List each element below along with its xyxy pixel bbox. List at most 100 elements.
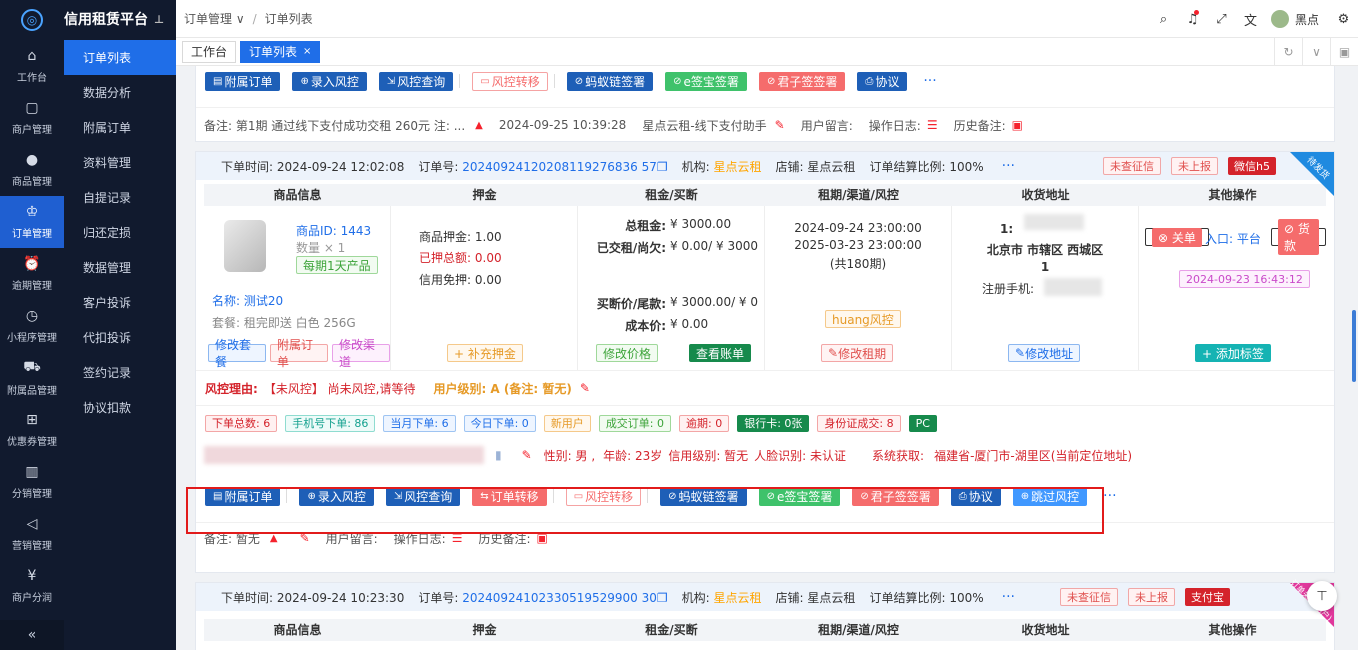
order-number[interactable]: 20240924120208119276836 57 <box>462 160 657 174</box>
credit-status-badge: 未查征信 <box>1103 157 1162 175</box>
report-status-badge: 未上报 <box>1128 588 1175 606</box>
edit-icon[interactable]: ✎ <box>775 118 785 132</box>
esign-button[interactable]: ⊘ e签宝签署 <box>665 71 747 91</box>
product-qty: 数量 × 1 <box>296 241 346 255</box>
edit-price-button[interactable]: 修改价格 <box>596 344 659 362</box>
rail-item-goods[interactable]: ● 商品管理 <box>0 144 64 196</box>
settle-ratio: 100% <box>949 590 984 605</box>
stat-idcard-deals: 身份证成交: 8 <box>817 414 901 432</box>
shop-icon: ▢ <box>25 100 39 116</box>
search-icon[interactable]: ⌕ <box>1149 12 1178 27</box>
rent-cell: 总租金: ¥ 3000.00 已交租/尚欠: ¥ 0.00/ ¥ 3000 买断… <box>578 206 765 370</box>
rail-item-accessory[interactable]: ⛟ 附属品管理 <box>0 352 64 404</box>
query-risk-button[interactable]: ⇲ 风控查询 <box>378 71 454 91</box>
remark-time: 2024-09-25 10:39:28 <box>498 118 627 132</box>
submenu-item[interactable]: 客户投诉 <box>64 285 176 320</box>
menu-icon[interactable]: ▣ <box>1330 38 1358 66</box>
scrollbar[interactable] <box>1352 310 1356 382</box>
cart-icon: ⛟ <box>23 359 41 375</box>
edit-package-button[interactable]: 修改套餐 <box>208 338 266 369</box>
view-bill-button[interactable]: 查看账单 <box>689 344 752 362</box>
edit-icon[interactable]: ✎ <box>580 381 590 395</box>
add-deposit-button[interactable]: + 补充押金 <box>447 344 523 362</box>
submenu-item[interactable]: 附属订单 <box>64 110 176 145</box>
username[interactable]: 黑点 <box>1295 11 1319 28</box>
avatar[interactable] <box>1270 10 1289 28</box>
rail-item-workbench[interactable]: ⌂ 工作台 <box>0 40 64 92</box>
rail-item-distribution[interactable]: ▥ 分销管理 <box>0 456 64 508</box>
entry-label: 入口: 平台 <box>1205 232 1261 246</box>
settle-ratio: 100% <box>949 159 984 174</box>
risk-transfer-button[interactable]: ▭ 风控转移 <box>472 71 548 91</box>
shop-name: 星点云租 <box>807 159 856 174</box>
close-order-button[interactable]: ⊗ 关单 <box>1145 227 1209 247</box>
junzi-sign-button[interactable]: ⊘ 君子签签署 <box>758 71 846 91</box>
product-image[interactable] <box>224 220 266 272</box>
settings-icon[interactable]: ⚙ <box>1329 12 1358 27</box>
translate-icon[interactable]: 文 <box>1236 10 1265 29</box>
submenu-item[interactable]: 协议扣款 <box>64 390 176 425</box>
tab-order-list[interactable]: 订单列表 × <box>240 40 321 63</box>
user-info-line: ▮ ✎ 性别: 男 , 年龄: 23岁 信用级别: 暂无 人脸识别: 未认证 系… <box>196 440 1334 470</box>
copy-icon[interactable]: ❐ <box>657 160 668 174</box>
more-icon[interactable]: ··· <box>1002 589 1015 605</box>
order-header: 下单时间: 2024-09-24 10:23:30 订单号: 202409241… <box>196 578 1334 627</box>
rail-item-coupon[interactable]: ⊞ 优惠券管理 <box>0 404 64 456</box>
order-number[interactable]: 20240924102330519529900 30 <box>462 591 657 605</box>
top-header: 订单管理 ∨ / 订单列表 ⌕ ♫ ⤢ 文 黑点 ⚙ <box>176 0 1358 38</box>
breadcrumb-order-manage[interactable]: 订单管理 <box>184 12 232 26</box>
payment-button[interactable]: ⊘ 货款 <box>1271 219 1326 255</box>
attached-order-button[interactable]: 附属订单 <box>270 338 328 369</box>
rail-item-overdue[interactable]: ⏰ 逾期管理 <box>0 248 64 300</box>
copy-icon[interactable]: ❐ <box>657 591 668 605</box>
user-message-label: 用户留言: <box>800 118 853 133</box>
enter-risk-button[interactable]: ⊕ 录入风控 <box>292 71 367 91</box>
col-address: 收货地址 <box>952 619 1139 641</box>
attached-order-button[interactable]: ▤ 附属订单 <box>205 71 281 91</box>
product-name[interactable]: 测试20 <box>244 294 283 308</box>
submenu-item-order-list[interactable]: 订单列表 <box>64 40 176 75</box>
expand-triangle-icon[interactable]: ▲ <box>270 533 278 544</box>
product-package: 套餐: 租完即送 白色 256G <box>212 316 356 330</box>
goods-deposit: 1.00 <box>474 230 502 244</box>
rail-item-orders[interactable]: ♔ 订单管理 <box>0 196 64 248</box>
ops-cell: ⊗ 关单 入口: 平台 ⊘ 货款 2024-09-23 16:43:12 + 添… <box>1139 206 1326 370</box>
submenu-item[interactable]: 代扣投诉 <box>64 320 176 355</box>
list-icon[interactable]: ☰ <box>927 118 938 132</box>
antchain-sign-button[interactable]: ⊘ 蚂蚁链签署 <box>566 71 654 91</box>
add-tag-button[interactable]: + 添加标签 <box>1195 344 1271 362</box>
submenu-item[interactable]: 数据分析 <box>64 75 176 110</box>
edit-channel-button[interactable]: 修改渠道 <box>332 338 390 369</box>
term-start: 2024-09-24 23:00:00 <box>794 221 922 235</box>
more-icon[interactable]: ··· <box>1103 488 1116 504</box>
col-rent: 租金/买断 <box>578 619 765 641</box>
back-to-top-icon[interactable]: ⊤ <box>1307 581 1337 611</box>
submenu-item[interactable]: 数据管理 <box>64 250 176 285</box>
rail-item-marketing[interactable]: ◁ 营销管理 <box>0 508 64 560</box>
submenu-item[interactable]: 资料管理 <box>64 145 176 180</box>
edit-address-button[interactable]: 修改地址 <box>1025 345 1073 362</box>
chevron-down-icon[interactable]: ∨ <box>1302 38 1330 66</box>
protocol-button[interactable]: ⎙ 协议 <box>857 71 908 91</box>
submenu-item[interactable]: 签约记录 <box>64 355 176 390</box>
remark-text: 备注: 第1期 通过线下支付成功交租 260元 注: ... <box>204 118 466 133</box>
more-icon[interactable]: ··· <box>923 73 936 89</box>
rail-item-merchant[interactable]: ▢ 商户管理 <box>0 92 64 144</box>
close-icon[interactable]: × <box>303 46 311 57</box>
rail-item-miniapp[interactable]: ◷ 小程序管理 <box>0 300 64 352</box>
edit-term-button[interactable]: 修改租期 <box>838 345 886 362</box>
edit-icon[interactable]: ✎ <box>522 448 532 462</box>
rail-item-profit[interactable]: ¥ 商户分润 <box>0 560 64 612</box>
stat-month-orders: 当月下单: 6 <box>383 414 456 432</box>
submenu-item[interactable]: 归还定损 <box>64 215 176 250</box>
calendar-icon[interactable]: ▣ <box>1012 118 1023 132</box>
submenu-item[interactable]: 自提记录 <box>64 180 176 215</box>
more-icon[interactable]: ··· <box>1002 158 1015 174</box>
fullscreen-icon[interactable]: ⤢ <box>1207 12 1236 27</box>
collapse-icon[interactable]: « <box>0 620 64 650</box>
bell-icon[interactable]: ♫ <box>1178 9 1207 27</box>
expand-triangle-icon[interactable]: ▲ <box>475 120 483 131</box>
pin-icon[interactable]: ⊥ <box>154 13 164 26</box>
refresh-icon[interactable]: ↻ <box>1274 38 1302 66</box>
tab-workbench[interactable]: 工作台 <box>182 40 237 63</box>
